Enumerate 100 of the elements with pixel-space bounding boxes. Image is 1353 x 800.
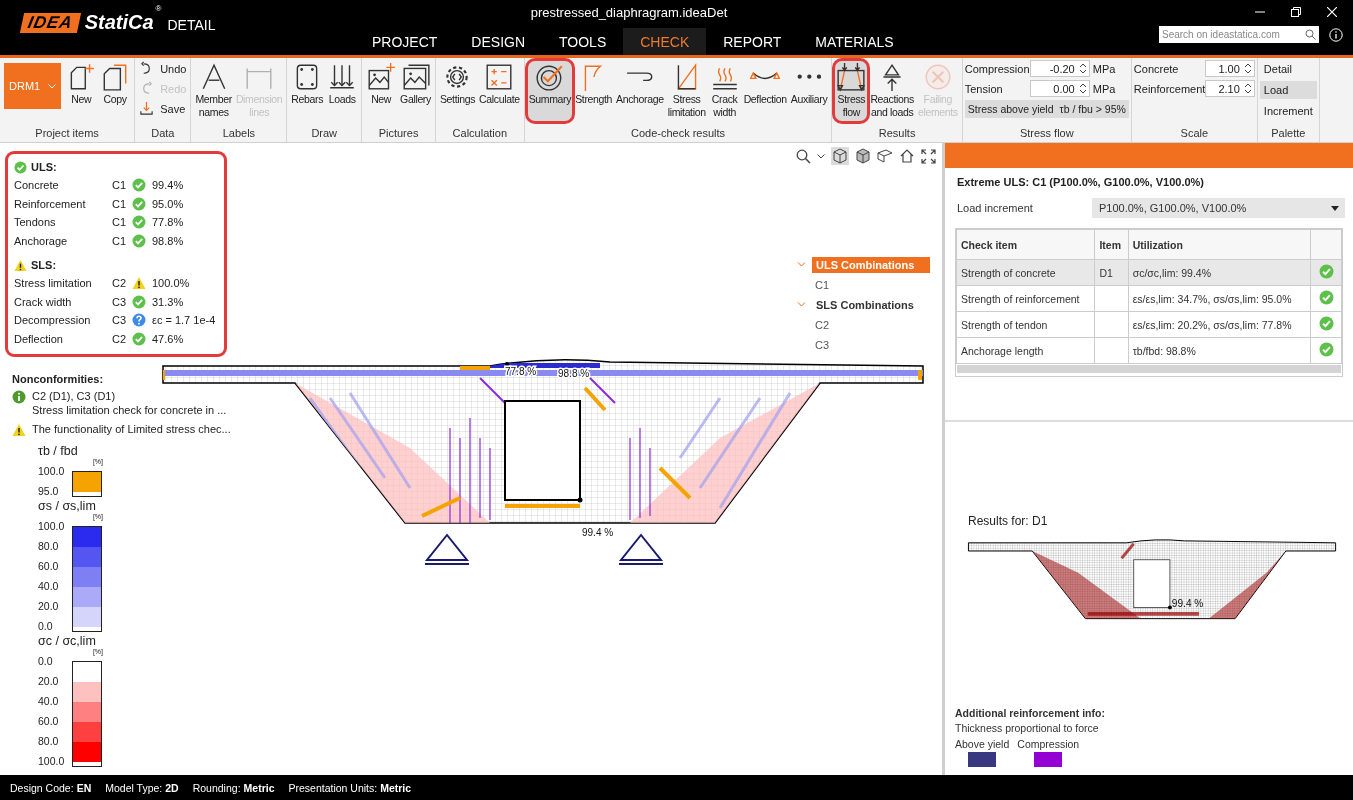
menu-tab[interactable]: REPORT	[706, 28, 799, 55]
nonconformity-text: The functionality of Limited stress chec...	[32, 422, 232, 436]
number-field[interactable]: 0.00	[1029, 80, 1090, 97]
legend-label: Above yield	[955, 738, 1010, 750]
utilization-label: 99.4 %	[1171, 597, 1204, 609]
search-field[interactable]: Search on ideastatica.com	[1159, 26, 1319, 43]
ribbon-button[interactable]: Stress flow	[834, 60, 869, 122]
panel-title: Extreme ULS: C1 (P100.0%, G100.0%, V100.0%)	[957, 176, 1205, 188]
restore-icon[interactable]	[1291, 7, 1301, 17]
horizontal-scrollbar[interactable]	[957, 365, 1341, 373]
info-title: Additional reinforcement info:	[955, 707, 1106, 719]
number-field[interactable]: 2.10	[1204, 80, 1255, 97]
column-header: Item	[1094, 229, 1129, 260]
tree-item[interactable]: C2	[811, 317, 834, 333]
ribbon-button[interactable]: Copy	[98, 60, 133, 109]
tree-item[interactable]: C1	[811, 277, 834, 293]
color-scale	[72, 471, 102, 497]
hook-icon	[626, 71, 654, 82]
menu-tab[interactable]: TOOLS	[542, 28, 624, 55]
group-label: Labels	[221, 127, 257, 141]
ribbon-button[interactable]: Crack width	[707, 60, 742, 122]
ribbon-button[interactable]: New	[364, 60, 399, 109]
table-row[interactable]: Strength of tendon εs/εs,lim: 20.2%, σs/σs,lim: 77.8%	[956, 311, 1342, 338]
ribbon-button[interactable]: Stress limitation	[665, 60, 708, 122]
close-icon[interactable]	[1327, 7, 1337, 17]
field-label: Concrete	[1133, 62, 1180, 75]
table-row[interactable]: Strength of concrete D1 σc/σc,lim: 99.4%	[956, 259, 1342, 286]
fullscreen-icon[interactable]	[921, 148, 936, 164]
palette-toggle[interactable]: Detail	[1259, 60, 1317, 78]
ribbon-button[interactable]: Loads	[325, 60, 360, 109]
wireframe-cube-icon[interactable]	[831, 147, 849, 165]
ribbon-button[interactable]: Auxiliary	[788, 60, 830, 122]
ribbon-button[interactable]: Stress above yield	[964, 100, 1057, 118]
ribbon-button[interactable]: Settings	[437, 60, 478, 109]
column-header: Utilization	[1128, 229, 1311, 260]
table-row[interactable]: Strength of reinforcement εs/εs,lim: 34.7%, σs/σs,lim: 95.0%	[956, 285, 1342, 312]
status-item: Design Code: EN	[10, 781, 92, 794]
load-increment-dropdown[interactable]: P100.0%, G100.0%, V100.0%	[1092, 198, 1345, 218]
table-cell: Strength of tendon	[961, 318, 1048, 331]
caret-icon[interactable]	[817, 153, 825, 159]
legend-value: 40.0	[38, 695, 60, 709]
ribbon-button[interactable]: Save	[137, 100, 189, 117]
unit-label: MPa	[1092, 82, 1116, 95]
combination-label: C1	[112, 197, 128, 210]
tree-item[interactable]: SLS Combinations	[812, 297, 918, 313]
menu-tab[interactable]: PROJECT	[355, 28, 455, 55]
save-icon	[139, 101, 155, 116]
number-field[interactable]: 1.00	[1204, 60, 1255, 77]
ribbon-button[interactable]: Member names	[193, 60, 234, 122]
group-label: Calculation	[451, 127, 508, 141]
group-label: Palette	[1270, 127, 1307, 141]
utilization-label: 77.8 %	[505, 366, 537, 377]
search-icon	[1305, 29, 1316, 40]
logo-name: StatiCa	[84, 11, 154, 34]
info-icon[interactable]	[1329, 27, 1343, 42]
ribbon-button[interactable]: Anchorage	[614, 60, 666, 122]
plane-icon[interactable]	[877, 148, 893, 164]
add-picture-icon	[366, 61, 397, 92]
check-circle-icon	[1318, 264, 1334, 279]
ribbon-button[interactable]: New	[64, 60, 99, 109]
stress-flow-icon	[836, 61, 867, 92]
group-label: Draw	[310, 127, 339, 141]
cube-icon[interactable]	[855, 148, 871, 164]
table-cell: σc/σc,lim: 99.4%	[1132, 266, 1211, 279]
ribbon-button[interactable]: Calculate	[477, 60, 522, 109]
info-text: Thickness proportional to force	[955, 722, 1100, 734]
spinner-icon	[1243, 62, 1252, 75]
combination-label: C1	[112, 216, 128, 229]
check-circle-icon	[1318, 342, 1334, 357]
menu-tab[interactable]: DESIGN	[454, 28, 543, 55]
nonconformity-text: Stress limitation check for concrete in ...	[32, 403, 228, 417]
menu-tab[interactable]: CHECK	[623, 28, 707, 55]
logo-mark: IDEA	[19, 12, 81, 33]
home-icon[interactable]	[899, 148, 915, 164]
ribbon-button[interactable]: Summary	[526, 60, 574, 122]
search-icon[interactable]	[796, 148, 811, 164]
combination-label: C1	[112, 179, 128, 192]
info-icon	[12, 390, 26, 404]
legend-value: 40.0	[38, 580, 60, 594]
ribbon-button[interactable]: Deflection	[741, 60, 789, 122]
palette-toggle[interactable]: Load	[1259, 81, 1317, 99]
check-circle-icon	[132, 233, 146, 248]
palette-toggle[interactable]: Increment	[1259, 102, 1317, 120]
combination-label: C3	[112, 295, 128, 308]
tree-item[interactable]: C3	[811, 337, 834, 353]
table-row[interactable]: Anchorage length τb/fbd: 98.8%	[956, 337, 1342, 364]
table-cell: εs/εs,lim: 34.7%, σs/σs,lim: 95.0%	[1132, 292, 1292, 305]
number-field[interactable]: -0.20	[1029, 60, 1090, 77]
ribbon-button[interactable]: Rebars	[289, 60, 326, 109]
utilization-value: 99.4%	[152, 179, 185, 192]
ribbon-button[interactable]: τb / fbu > 95%	[1056, 100, 1129, 118]
legend-value: 100.0	[38, 465, 66, 479]
ribbon-button[interactable]: Gallery	[398, 60, 433, 109]
check-circle-icon	[132, 178, 146, 193]
warning-icon	[132, 276, 146, 291]
ribbon-button[interactable]: Strength	[573, 60, 615, 122]
check-circle-icon	[1318, 316, 1334, 331]
ribbon-button[interactable]: Undo	[137, 60, 189, 77]
ribbon-button[interactable]: Reactions and loads	[868, 60, 916, 122]
menu-tab[interactable]: MATERIALS	[798, 28, 911, 55]
